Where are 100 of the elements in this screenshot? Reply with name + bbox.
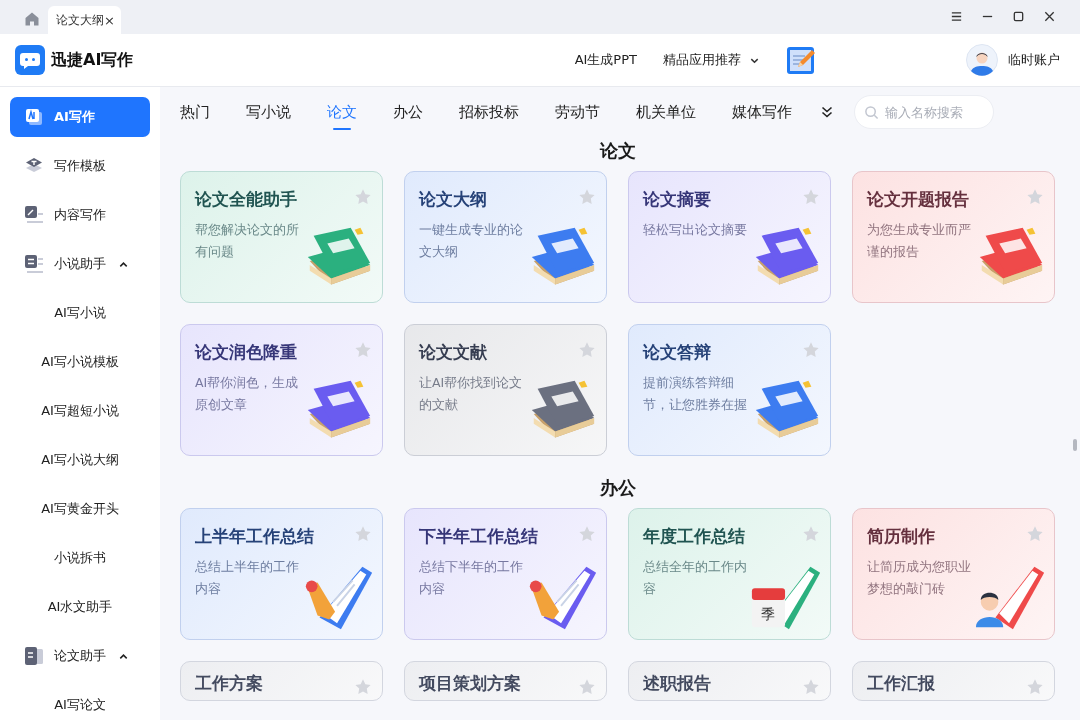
star-icon[interactable] xyxy=(802,525,820,543)
card-title: 工作汇报 xyxy=(867,672,935,695)
card-description: 一键生成专业的论文大纲 xyxy=(419,221,524,261)
card-description: 提前演练答辩细节，让您胜券在握 xyxy=(643,374,748,414)
notepad-pencil-icon[interactable] xyxy=(786,45,816,75)
star-icon[interactable] xyxy=(1026,678,1044,696)
card-description: AI帮你润色，生成原创文章 xyxy=(195,374,300,414)
close-icon[interactable] xyxy=(1043,10,1056,23)
sidebar-item[interactable]: 论文助手 xyxy=(10,636,150,676)
tool-card[interactable]: 论文全能助手 帮您解决论文的所有问题 xyxy=(180,171,383,303)
tool-card[interactable]: 简历制作 让简历成为您职业梦想的敲门砖 xyxy=(852,508,1055,640)
category-tab[interactable]: 热门 xyxy=(180,94,210,130)
category-tab[interactable]: 办公 xyxy=(393,94,423,130)
sidebar-item[interactable]: AI写作 xyxy=(10,97,150,137)
sidebar-item[interactable]: 写作模板 xyxy=(10,146,150,186)
tool-card[interactable]: 下半年工作总结 总结下半年的工作内容 xyxy=(404,508,607,640)
card-title: 述职报告 xyxy=(643,672,711,695)
sidebar-item[interactable]: 内容写作 xyxy=(10,195,150,235)
sidebar-subitem[interactable]: AI写论文 xyxy=(10,685,150,720)
card-description: 轻松写出论文摘要 xyxy=(643,221,748,239)
category-tab[interactable]: 媒体写作 xyxy=(732,94,792,130)
search-field[interactable]: 输入名称搜索 xyxy=(854,95,994,129)
card-title: 工作方案 xyxy=(195,672,263,695)
card-title: 论文润色降重 xyxy=(195,341,297,364)
close-tab-icon[interactable]: × xyxy=(104,12,115,28)
app-recommend-dropdown[interactable]: 精品应用推荐 xyxy=(663,51,760,69)
card-description: 帮您解决论文的所有问题 xyxy=(195,221,300,261)
star-icon[interactable] xyxy=(578,188,596,206)
section-title: 论文 xyxy=(598,139,637,163)
card-description: 总结下半年的工作内容 xyxy=(419,558,524,598)
sidebar-subitem[interactable]: AI水文助手 xyxy=(10,587,150,627)
account-name[interactable]: 临时账户 xyxy=(1008,51,1060,69)
card-description: 让简历成为您职业梦想的敲门砖 xyxy=(867,558,972,598)
header-link[interactable]: AI生成PPT xyxy=(574,51,637,69)
star-icon[interactable] xyxy=(578,525,596,543)
tool-card[interactable]: 论文摘要 轻松写出论文摘要 xyxy=(628,171,831,303)
document-icon xyxy=(24,646,44,666)
list-icon xyxy=(24,254,44,274)
card-description: 为您生成专业而严谨的报告 xyxy=(867,221,972,261)
sidebar-subitem[interactable]: 小说拆书 xyxy=(10,538,150,578)
category-tab[interactable]: 写小说 xyxy=(246,94,291,130)
category-tab[interactable]: 机关单位 xyxy=(636,94,696,130)
card-title: 简历制作 xyxy=(867,525,935,548)
card-title: 论文摘要 xyxy=(643,188,711,211)
calendar-icon xyxy=(751,588,786,628)
star-icon[interactable] xyxy=(578,678,596,696)
sidebar-subitem[interactable]: AI写小说模板 xyxy=(10,342,150,382)
star-icon[interactable] xyxy=(1026,525,1044,543)
tool-card[interactable]: 项目策划方案 xyxy=(404,661,607,701)
star-icon[interactable] xyxy=(802,678,820,696)
double-chevron-down-icon[interactable] xyxy=(820,105,834,119)
star-icon[interactable] xyxy=(802,341,820,359)
robot-logo-icon xyxy=(15,45,45,75)
card-description: 总结上半年的工作内容 xyxy=(195,558,300,598)
star-icon[interactable] xyxy=(354,525,372,543)
sidebar-subitem[interactable]: AI写小说大纲 xyxy=(10,440,150,480)
sidebar-subitem[interactable]: AI写黄金开头 xyxy=(10,489,150,529)
sidebar-item[interactable]: 小说助手 xyxy=(10,244,150,284)
tool-card[interactable]: 论文大纲 一键生成专业的论文大纲 xyxy=(404,171,607,303)
star-icon[interactable] xyxy=(802,188,820,206)
tool-card[interactable]: 论文开题报告 为您生成专业而严谨的报告 xyxy=(852,171,1055,303)
star-icon[interactable] xyxy=(578,341,596,359)
tool-card[interactable]: 论文润色降重 AI帮你润色，生成原创文章 xyxy=(180,324,383,456)
browser-tab[interactable]: 论文大纲× xyxy=(48,6,121,34)
card-title: 论文文献 xyxy=(419,341,487,364)
star-icon[interactable] xyxy=(354,341,372,359)
section-title: 办公 xyxy=(599,476,637,500)
edit-icon xyxy=(24,205,44,225)
star-icon[interactable] xyxy=(1026,188,1044,206)
home-icon[interactable] xyxy=(24,11,40,27)
sidebar-subitem[interactable]: AI写小说 xyxy=(10,293,150,333)
tab-title: 论文大纲 xyxy=(56,11,104,29)
sidebar-subitem[interactable]: AI写超短小说 xyxy=(10,391,150,431)
card-title: 论文开题报告 xyxy=(867,188,969,211)
category-tab[interactable]: 招标投标 xyxy=(459,94,519,130)
card-description: 让AI帮你找到论文的文献 xyxy=(419,374,524,414)
category-tab[interactable]: 论文 xyxy=(327,94,357,130)
calendar-label: 季 xyxy=(761,606,776,623)
card-title: 论文大纲 xyxy=(419,188,487,211)
star-icon[interactable] xyxy=(354,188,372,206)
card-title: 下半年工作总结 xyxy=(419,525,538,548)
card-title: 论文全能助手 xyxy=(195,188,297,211)
card-title: 项目策划方案 xyxy=(419,672,521,695)
tool-card[interactable]: 上半年工作总结 总结上半年的工作内容 xyxy=(180,508,383,640)
card-title: 论文答辩 xyxy=(643,341,711,364)
category-tab[interactable]: 劳动节 xyxy=(555,94,600,130)
app-name: 迅捷AI写作 xyxy=(51,49,134,71)
avatar-icon[interactable] xyxy=(966,44,998,76)
tool-card[interactable]: 年度工作总结 总结全年的工作内容 季 xyxy=(628,508,831,640)
tool-card[interactable]: 论文答辩 提前演练答辩细节，让您胜券在握 xyxy=(628,324,831,456)
search-icon xyxy=(864,105,879,120)
menu-icon[interactable] xyxy=(950,10,963,23)
maximize-icon[interactable] xyxy=(1012,10,1025,23)
card-title: 年度工作总结 xyxy=(643,525,745,548)
card-description: 总结全年的工作内容 xyxy=(643,558,748,598)
star-icon[interactable] xyxy=(354,678,372,696)
tool-card[interactable]: 工作汇报 xyxy=(852,661,1055,701)
tool-card[interactable]: 工作方案 xyxy=(180,661,383,701)
tool-card[interactable]: 论文文献 让AI帮你找到论文的文献 xyxy=(404,324,607,456)
tool-card[interactable]: 述职报告 xyxy=(628,661,831,701)
